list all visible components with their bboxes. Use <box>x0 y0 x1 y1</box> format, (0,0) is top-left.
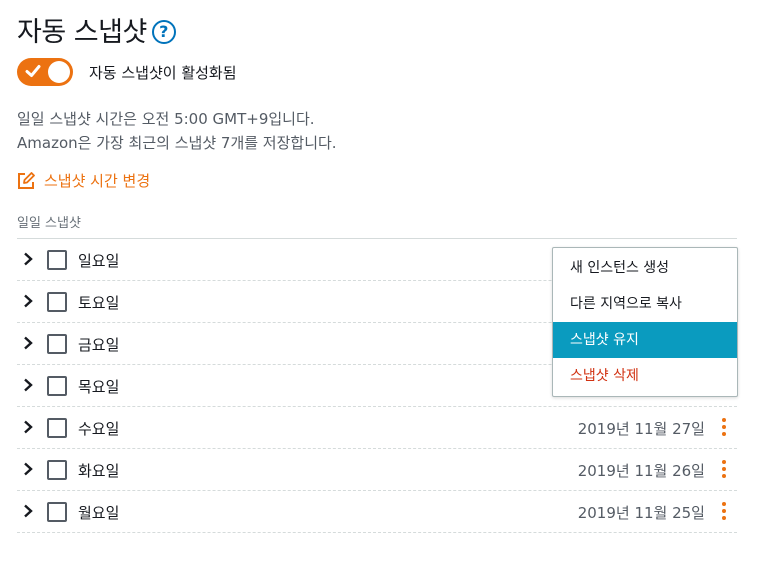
daily-snapshots-label: 일일 스냅샷 <box>17 216 81 231</box>
snapshot-description: 일일 스냅샷 시간은 오전 5:00 GMT+9입니다. Amazon은 가장 … <box>17 107 337 155</box>
change-snapshot-time-link[interactable]: 스냅샷 시간 변경 <box>17 170 150 191</box>
snapshot-day: 목요일 <box>78 378 120 396</box>
more-actions-icon[interactable] <box>721 418 727 438</box>
snapshot-day: 월요일 <box>78 504 120 522</box>
menu-item-keep-snapshot[interactable]: 스냅샷 유지 <box>553 322 737 358</box>
title-row: 자동 스냅샷 ? <box>17 10 176 49</box>
menu-item-delete-snapshot[interactable]: 스냅샷 삭제 <box>553 358 737 394</box>
snapshot-checkbox[interactable] <box>47 460 67 480</box>
chevron-right-icon[interactable] <box>22 504 34 518</box>
more-actions-icon[interactable] <box>721 460 727 480</box>
snapshot-checkbox[interactable] <box>47 376 67 396</box>
chevron-right-icon[interactable] <box>22 420 34 434</box>
chevron-right-icon[interactable] <box>22 462 34 476</box>
snapshot-date: 2019년 11월 27일 <box>577 420 705 438</box>
change-snapshot-time-label: 스냅샷 시간 변경 <box>44 172 151 190</box>
snapshot-checkbox[interactable] <box>47 250 67 270</box>
auto-snapshot-toggle-row: 자동 스냅샷이 활성화됨 <box>17 58 237 86</box>
snapshot-day: 수요일 <box>78 420 120 438</box>
description-line-2: Amazon은 가장 최근의 스냅샷 7개를 저장합니다. <box>17 134 337 152</box>
page-title: 자동 스냅샷 <box>17 17 147 48</box>
snapshot-day: 금요일 <box>78 336 120 354</box>
snapshot-row: 월요일 2019년 11월 25일 <box>17 491 737 533</box>
snapshot-actions-menu: 새 인스턴스 생성 다른 지역으로 복사 스냅샷 유지 스냅샷 삭제 <box>552 247 738 397</box>
snapshot-day: 일요일 <box>78 252 120 270</box>
snapshot-day: 화요일 <box>78 462 120 480</box>
snapshot-checkbox[interactable] <box>47 418 67 438</box>
snapshot-date: 2019년 11월 26일 <box>577 462 705 480</box>
snapshot-checkbox[interactable] <box>47 502 67 522</box>
toggle-knob <box>48 61 70 83</box>
snapshot-checkbox[interactable] <box>47 334 67 354</box>
auto-snapshot-toggle[interactable] <box>17 58 73 86</box>
check-icon <box>25 65 41 77</box>
description-line-1: 일일 스냅샷 시간은 오전 5:00 GMT+9입니다. <box>17 110 315 128</box>
toggle-label: 자동 스냅샷이 활성화됨 <box>89 63 237 82</box>
chevron-right-icon[interactable] <box>22 336 34 350</box>
chevron-right-icon[interactable] <box>22 252 34 266</box>
snapshot-day: 토요일 <box>78 294 120 312</box>
chevron-right-icon[interactable] <box>22 294 34 308</box>
snapshot-row: 수요일 2019년 11월 27일 <box>17 407 737 449</box>
chevron-right-icon[interactable] <box>22 378 34 392</box>
menu-item-create-instance[interactable]: 새 인스턴스 생성 <box>553 250 737 286</box>
menu-item-copy-to-region[interactable]: 다른 지역으로 복사 <box>553 286 737 322</box>
edit-icon <box>18 171 35 189</box>
more-actions-icon[interactable] <box>721 502 727 522</box>
snapshot-row: 화요일 2019년 11월 26일 <box>17 449 737 491</box>
snapshot-date: 2019년 11월 25일 <box>577 504 705 522</box>
snapshot-checkbox[interactable] <box>47 292 67 312</box>
question-circle-icon[interactable]: ? <box>151 19 176 44</box>
